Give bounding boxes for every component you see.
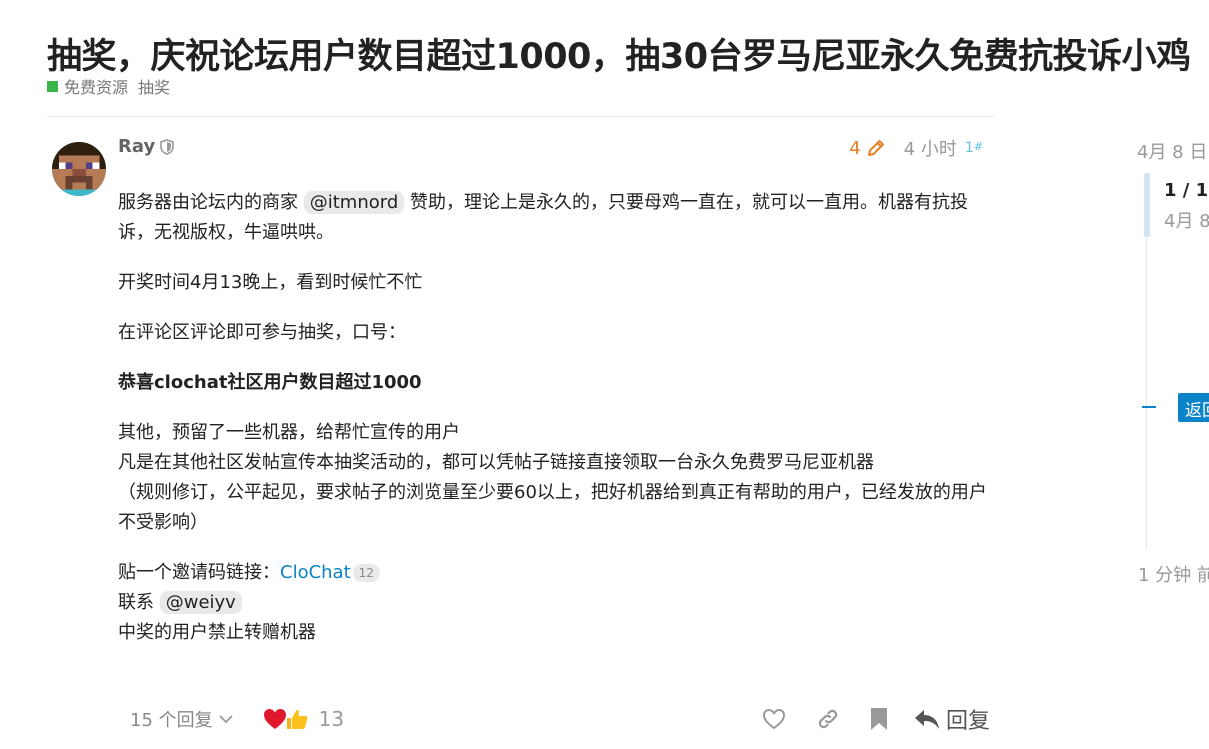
category-color-square — [47, 80, 58, 92]
link-click-count: 12 — [352, 564, 380, 582]
post-time[interactable]: 4 小时 — [904, 135, 957, 161]
pencil-icon — [867, 140, 884, 156]
post-paragraph: 开奖时间4月13晚上，看到时候忙不忙 — [118, 272, 423, 293]
post-body: 服务器由论坛内的商家 @itmnord 赞助，理论上是永久的，只要母鸡一直在，就… — [118, 188, 988, 668]
post-paragraph: 贴一个邀请码链接：CloChat 12 联系 @weiyv 中奖的用户禁止转赠机器 — [118, 558, 988, 648]
invite-link[interactable]: CloChat — [280, 562, 351, 583]
timeline-handle[interactable] — [1144, 173, 1150, 237]
post-number: 1 — [964, 140, 974, 156]
link-icon — [818, 709, 838, 729]
paragraph-line: 中奖的用户禁止转赠机器 — [118, 622, 316, 643]
paragraph-line: （规则修订，公平起见，要求帖子的浏览量至少要60以上，把好机器给到真正有帮助的用… — [118, 482, 987, 533]
copy-link-button[interactable] — [816, 707, 840, 731]
contact-label: 联系 — [118, 592, 154, 613]
topic-title[interactable]: 抽奖，庆祝论坛用户数目超过1000，抽30台罗马尼亚永久免费抗投诉小鸡 — [47, 28, 1191, 79]
timeline-track[interactable] — [1146, 237, 1147, 549]
post-paragraph: 在评论区评论即可参与抽奖，口号： — [118, 322, 406, 343]
edit-history-button[interactable]: 4 — [849, 138, 885, 159]
post-actions: 回复 — [732, 703, 990, 735]
reply-button[interactable]: 回复 — [914, 703, 990, 735]
timeline-progress-date: 4月 8 — [1164, 211, 1209, 232]
title-divider — [47, 116, 994, 117]
post-number-link[interactable]: 1 # — [965, 140, 983, 156]
thumbs-up-icon — [286, 709, 308, 729]
hash-icon: # — [973, 140, 983, 153]
tag-link[interactable]: 抽奖 — [138, 74, 170, 98]
bookmark-button[interactable] — [870, 707, 888, 731]
timeline-progress: 1 / 19 — [1164, 180, 1209, 201]
back-button[interactable]: 返回 — [1178, 393, 1209, 422]
paragraph-line: 其他，预留了一些机器，给帮忙宣传的用户 — [118, 422, 460, 443]
bookmark-icon — [870, 708, 887, 730]
reactions[interactable]: 13 — [263, 707, 344, 731]
timeline-start-date[interactable]: 4月 8 日 — [1137, 138, 1207, 164]
mention-link[interactable]: @weiyv — [159, 591, 242, 614]
shield-icon — [160, 138, 174, 155]
reply-label: 回复 — [945, 709, 990, 734]
slogan: 恭喜clochat社区用户数目超过1000 — [118, 372, 422, 393]
post-controls: 15 个回复 13 回复 — [130, 702, 990, 736]
like-button[interactable] — [762, 708, 786, 730]
heart-outline-icon — [762, 708, 785, 730]
category-link[interactable]: 免费资源 — [64, 74, 128, 98]
timeline-end-date[interactable]: 1 分钟 前 — [1138, 561, 1209, 587]
paragraph-line: 凡是在其他社区发帖宣传本抽奖活动的，都可以凭帖子链接直接领取一台永久免费罗马尼亚… — [118, 452, 874, 473]
paragraph-text: 服务器由论坛内的商家 — [118, 192, 298, 213]
avatar[interactable] — [52, 142, 106, 196]
chevron-down-icon — [219, 715, 233, 724]
post-username[interactable]: Ray — [118, 136, 174, 157]
heart-icon — [263, 709, 286, 729]
username-label[interactable]: Ray — [118, 136, 155, 157]
replies-count: 15 个回复 — [130, 710, 213, 731]
post-paragraph: 服务器由论坛内的商家 @itmnord 赞助，理论上是永久的，只要母鸡一直在，就… — [118, 188, 988, 248]
mention-link[interactable]: @itmnord — [303, 191, 405, 214]
invite-label: 贴一个邀请码链接： — [118, 562, 280, 583]
reply-icon — [914, 710, 939, 729]
post-meta: 4 4 小时 1 # — [849, 135, 983, 161]
topic-meta: 免费资源 抽奖 — [47, 74, 170, 98]
edit-count: 4 — [849, 137, 861, 159]
post-paragraph: 其他，预留了一些机器，给帮忙宣传的用户 凡是在其他社区发帖宣传本抽奖活动的，都可… — [118, 418, 988, 538]
show-replies-button[interactable]: 15 个回复 — [130, 706, 233, 732]
timeline-last-read-marker — [1142, 406, 1156, 408]
reaction-count: 13 — [318, 707, 345, 731]
